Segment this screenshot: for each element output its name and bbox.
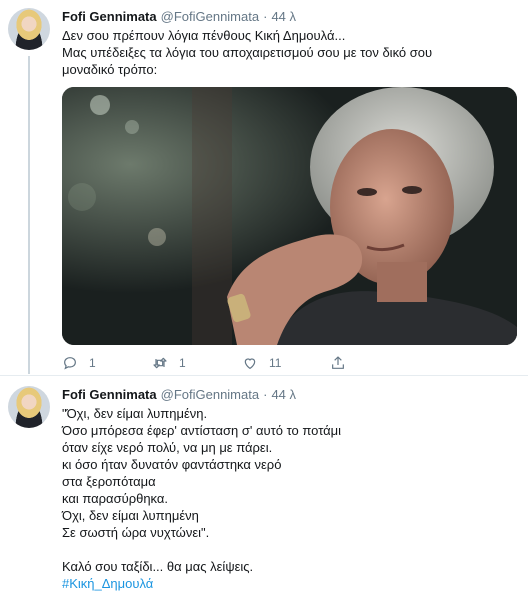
tweet-text-line: Όσο μπόρεσα έφερ' αντίσταση σ' αυτό το π… (62, 423, 342, 438)
avatar[interactable] (8, 386, 50, 428)
tweet-text-line: Όχι, δεν είμαι λυπημένη (62, 508, 199, 523)
hashtag-link[interactable]: #Κική_Δημουλά (62, 575, 518, 592)
like-icon (244, 358, 256, 370)
tweet-timestamp[interactable]: 44 λ (271, 386, 296, 403)
like-count: 11 (269, 356, 282, 370)
author-name[interactable]: Fofi Gennimata (62, 386, 157, 403)
avatar[interactable] (8, 8, 50, 50)
tweet-content: Fofi Gennimata @FofiGennimata · 44 λ "Όχ… (54, 386, 518, 594)
share-icon (332, 356, 344, 369)
tweet-text: "Όχι, δεν είμαι λυπημένη. Όσο μπόρεσα έφ… (62, 405, 518, 592)
author-name[interactable]: Fofi Gennimata (62, 8, 157, 25)
separator-dot: · (263, 9, 268, 24)
tweet[interactable]: Fofi Gennimata @FofiGennimata · 44 λ Δεν… (0, 0, 528, 376)
tweet-text-line: όταν είχε νερό πολύ, να μη με πάρει. (62, 440, 273, 455)
tweet-text-line: και παρασύρθηκα. (62, 491, 169, 506)
tweet-photo[interactable] (62, 87, 517, 345)
tweet-header: Fofi Gennimata @FofiGennimata · 44 λ (62, 8, 518, 25)
tweet-text-line: στα ξεροπόταμα (62, 474, 156, 489)
tweet[interactable]: Fofi Gennimata @FofiGennimata · 44 λ "Όχ… (0, 376, 528, 594)
portrait-photo (62, 87, 517, 345)
tweet-content: Fofi Gennimata @FofiGennimata · 44 λ Δεν… (54, 8, 518, 375)
avatar-column (8, 8, 54, 375)
tweet-text-line: κι όσο ήταν δυνατόν φαντάστηκα νερό (62, 457, 282, 472)
tweet-text-line: Μας υπέδειξες τα λόγια του αποχαιρετισμο… (62, 45, 433, 60)
timeline: Fofi Gennimata @FofiGennimata · 44 λ Δεν… (0, 0, 528, 595)
tweet-text: Δεν σου πρέπουν λόγια πένθους Κική Δημου… (62, 27, 518, 78)
author-handle[interactable]: @FofiGennimata (161, 386, 259, 403)
avatar-column (8, 386, 54, 594)
like-button[interactable]: 11 (242, 355, 330, 371)
share-button[interactable] (330, 355, 420, 371)
tweet-actions: 1 1 11 (62, 355, 518, 371)
tweet-text-line: Σε σωστή ώρα νυχτώνει". (62, 525, 210, 540)
tweet-text-line: μοναδικό τρόπο: (62, 62, 158, 77)
author-handle[interactable]: @FofiGennimata (161, 8, 259, 25)
reply-count: 1 (89, 356, 96, 370)
reply-button[interactable]: 1 (62, 355, 152, 371)
reply-icon (64, 357, 76, 370)
tweet-timestamp[interactable]: 44 λ (271, 8, 296, 25)
retweet-icon (153, 357, 167, 369)
retweet-button[interactable]: 1 (152, 355, 242, 371)
retweet-count: 1 (179, 356, 186, 370)
thread-line (28, 56, 30, 374)
tweet-text-line: Καλό σου ταξίδι... θα μας λείψεις. (62, 559, 254, 574)
tweet-text-line: "Όχι, δεν είμαι λυπημένη. (62, 406, 208, 421)
separator-dot: · (263, 387, 268, 402)
tweet-header: Fofi Gennimata @FofiGennimata · 44 λ (62, 386, 518, 403)
tweet-text-line: Δεν σου πρέπουν λόγια πένθους Κική Δημου… (62, 28, 346, 43)
